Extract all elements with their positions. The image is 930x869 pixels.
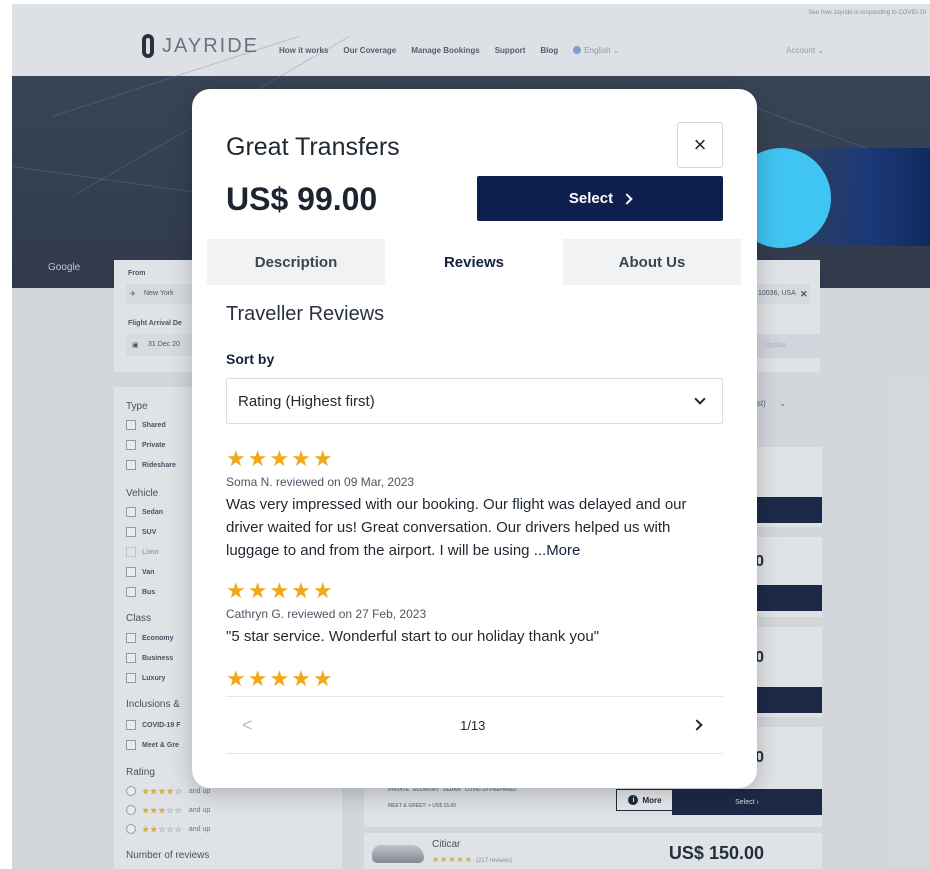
review-item: ★★★★★ Cathryn G. reviewed on 27 Feb, 202… bbox=[226, 579, 723, 648]
tab-description[interactable]: Description bbox=[207, 239, 385, 285]
review-text: "5 star service. Wonderful start to our … bbox=[226, 628, 600, 645]
modal-title: Great Transfers bbox=[226, 133, 400, 161]
sort-value: Rating (Highest first) bbox=[238, 392, 375, 410]
rating-stars: ★★★★★ bbox=[226, 446, 335, 471]
chevron-right-icon bbox=[621, 192, 633, 205]
operator-details-modal: Great Transfers US$ 99.00 × Select Descr… bbox=[192, 89, 757, 788]
reviews-pagination: < 1/13 bbox=[226, 696, 723, 754]
prev-page-button[interactable]: < bbox=[242, 715, 253, 736]
next-page-button[interactable] bbox=[691, 719, 703, 731]
review-item: ★★★★★ Soma N. reviewed on 09 Mar, 2023 W… bbox=[226, 447, 723, 562]
review-item: ★★★★★ bbox=[226, 667, 723, 691]
close-button[interactable]: × bbox=[677, 122, 723, 168]
close-icon: × bbox=[693, 132, 707, 157]
tab-reviews[interactable]: Reviews bbox=[385, 239, 563, 285]
read-more-link[interactable]: ...More bbox=[534, 542, 581, 559]
rating-stars: ★★★★★ bbox=[226, 666, 335, 691]
review-body: Was very impressed with our booking. Our… bbox=[226, 496, 687, 559]
tab-about-us[interactable]: About Us bbox=[563, 239, 741, 285]
modal-tabs: Description Reviews About Us bbox=[207, 239, 741, 285]
review-text: Was very impressed with our booking. Our… bbox=[226, 493, 723, 562]
review-meta: Cathryn G. reviewed on 27 Feb, 2023 bbox=[226, 607, 427, 621]
section-title: Traveller Reviews bbox=[226, 303, 385, 325]
review-meta: Soma N. reviewed on 09 Mar, 2023 bbox=[226, 475, 415, 489]
chevron-down-icon bbox=[694, 393, 706, 405]
modal-price: US$ 99.00 bbox=[226, 181, 378, 217]
select-button[interactable]: Select bbox=[477, 176, 723, 221]
rating-stars: ★★★★★ bbox=[226, 578, 335, 603]
sort-label: Sort by bbox=[226, 351, 275, 367]
sort-select[interactable]: Rating (Highest first) bbox=[226, 378, 723, 424]
select-label: Select bbox=[568, 190, 614, 207]
page-indicator: 1/13 bbox=[460, 717, 486, 733]
